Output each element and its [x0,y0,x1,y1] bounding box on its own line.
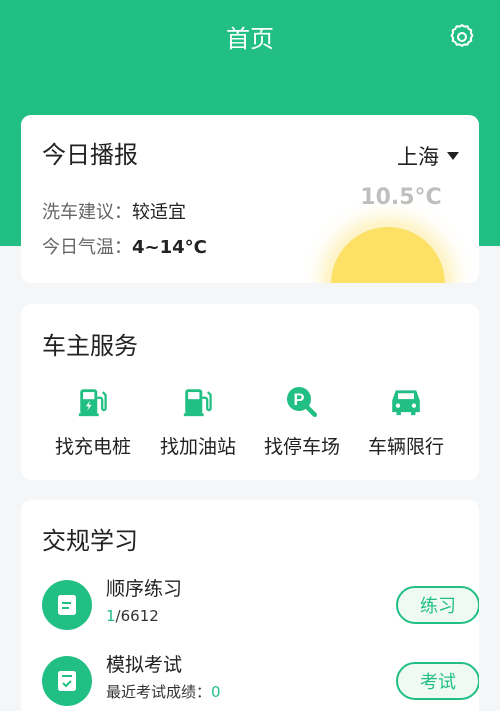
service-gas-station[interactable]: 找加油站 [146,384,250,460]
page-title: 首页 [226,25,274,53]
wash-label: 洗车建议： [42,202,132,223]
exam-button[interactable]: 考试 [396,662,479,700]
study-item-name: 模拟考试 [106,654,183,676]
progress-current: 1 [106,607,116,625]
document-icon [58,595,76,615]
city-selector[interactable]: 上海 [397,141,459,171]
study-item-mock-exam[interactable]: 模拟考试 最近考试成绩：0 考试 [42,654,479,706]
practice-progress: 1/6612 [106,605,159,627]
broadcast-title: 今日播报 [42,141,138,169]
gas-station-icon [183,389,212,417]
study-card: 交规学习 顺序练习 1/6612 练习 模拟考试 最近考试成绩：0 考试 [21,500,479,711]
study-title: 交规学习 [42,527,138,555]
exam-check-icon [58,671,76,691]
services-title: 车主服务 [42,332,138,360]
service-car-restriction[interactable]: 车辆限行 [354,384,458,460]
gear-icon [450,24,474,47]
city-label: 上海 [397,145,439,169]
score-value: 0 [211,683,221,701]
service-charging-station[interactable]: 找充电桩 [41,384,145,460]
services-card: 车主服务 找充电桩 找加油站 P 找停车场 车辆限行 [21,304,479,480]
temp-label: 今日气温： [42,237,132,258]
sun-icon [331,227,445,283]
current-temperature: 10.5°C [360,185,442,210]
wash-value: 较适宜 [132,202,186,223]
car-wash-advice: 洗车建议：较适宜 [42,200,186,226]
service-label: 找充电桩 [54,436,131,458]
last-exam-score: 最近考试成绩：0 [106,681,221,703]
service-parking[interactable]: P 找停车场 [250,384,354,460]
parking-search-icon: P [287,387,317,417]
service-label: 找加油站 [159,436,236,458]
today-temperature: 今日气温：4~14°C [42,235,207,261]
score-label: 最近考试成绩： [106,683,212,701]
study-item-sequential-practice[interactable]: 顺序练习 1/6612 练习 [42,578,479,630]
service-label: 找停车场 [263,436,340,458]
car-icon [392,390,420,416]
practice-button[interactable]: 练习 [396,586,479,624]
service-label: 车辆限行 [367,436,444,458]
broadcast-card: 今日播报 上海 洗车建议：较适宜 今日气温：4~14°C 10.5°C [21,115,479,283]
progress-total: /6612 [115,607,159,625]
svg-text:P: P [293,391,304,409]
study-item-name: 顺序练习 [106,578,183,600]
dropdown-triangle-icon [447,152,459,160]
charging-station-icon [78,389,107,417]
temp-value: 4~14°C [132,237,207,258]
settings-button[interactable] [444,19,480,55]
